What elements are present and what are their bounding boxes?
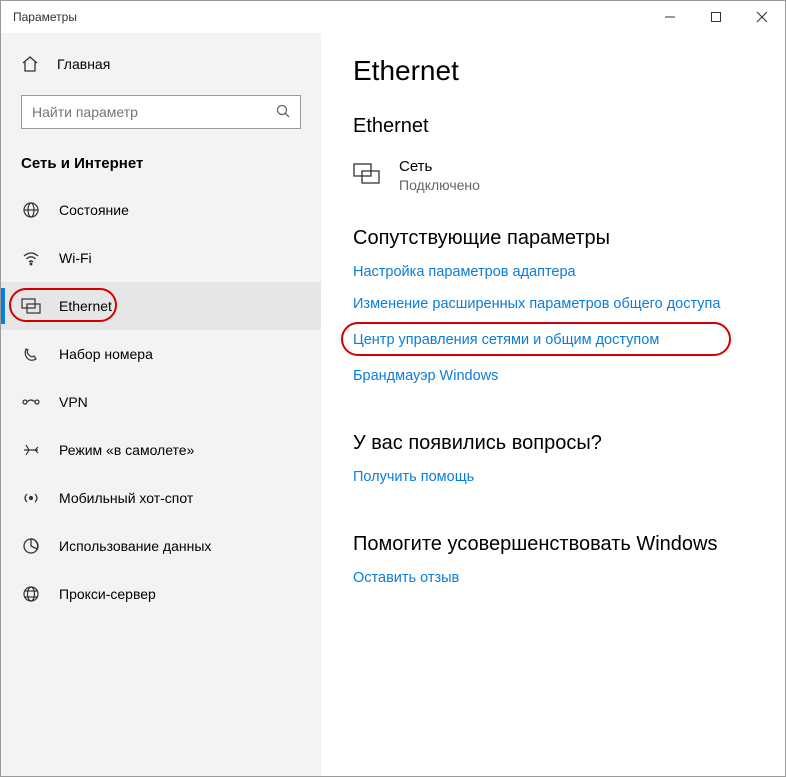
minimize-button[interactable] [647,1,693,33]
proxy-icon [21,584,41,604]
home-link[interactable]: Главная [1,47,321,81]
sidebar-item-proxy[interactable]: Прокси-сервер [1,570,321,618]
sidebar-item-hotspot[interactable]: Мобильный хот-спот [1,474,321,522]
sidebar-item-ethernet[interactable]: Ethernet [1,282,321,330]
data-usage-icon [21,536,41,556]
window-title: Параметры [13,10,77,24]
sidebar-item-label: Состояние [59,202,129,218]
link-advanced-sharing[interactable]: Изменение расширенных параметров общего … [353,296,753,312]
link-get-help[interactable]: Получить помощь [353,469,753,485]
ethernet-large-icon [353,160,381,188]
dialup-icon [21,344,41,364]
sidebar: Главная Сеть и Интернет Состояние [1,33,321,776]
window-controls [647,1,785,33]
sidebar-item-label: Режим «в самолете» [59,442,194,458]
page-title: Ethernet [353,55,753,87]
airplane-icon [21,440,41,460]
globe-icon [21,200,41,220]
search-icon [276,104,290,121]
network-name: Сеть [399,158,480,175]
sidebar-item-vpn[interactable]: VPN [1,378,321,426]
close-button[interactable] [739,1,785,33]
network-state: Подключено [399,177,480,193]
titlebar: Параметры [1,1,785,33]
home-label: Главная [57,56,110,72]
sidebar-section-header: Сеть и Интернет [1,149,321,186]
sidebar-item-label: Wi-Fi [59,250,92,266]
ethernet-icon [21,296,41,316]
sidebar-item-label: Мобильный хот-спот [59,490,193,506]
vpn-icon [21,392,41,412]
search-field[interactable] [32,104,276,120]
network-status-block[interactable]: Сеть Подключено [353,158,753,193]
sidebar-item-label: Использование данных [59,538,211,554]
main-content: Ethernet Ethernet Сеть Подключено Сопутс… [321,33,785,776]
search-input[interactable] [21,95,301,129]
link-network-sharing-center[interactable]: Центр управления сетями и общим доступом [353,328,659,352]
link-feedback[interactable]: Оставить отзыв [353,570,753,586]
related-heading: Сопутствующие параметры [353,227,753,250]
link-firewall[interactable]: Брандмауэр Windows [353,368,753,384]
sidebar-item-wifi[interactable]: Wi-Fi [1,234,321,282]
sidebar-item-label: Прокси-сервер [59,586,156,602]
sidebar-item-status[interactable]: Состояние [1,186,321,234]
improve-heading: Помогите усовершенствовать Windows [353,533,753,556]
page-subtitle: Ethernet [353,115,753,138]
link-adapter-settings[interactable]: Настройка параметров адаптера [353,264,753,280]
maximize-button[interactable] [693,1,739,33]
questions-heading: У вас появились вопросы? [353,432,753,455]
sidebar-item-datausage[interactable]: Использование данных [1,522,321,570]
home-icon [21,55,39,73]
sidebar-item-label: Ethernet [59,298,112,314]
sidebar-item-dialup[interactable]: Набор номера [1,330,321,378]
hotspot-icon [21,488,41,508]
sidebar-item-label: VPN [59,394,88,410]
sidebar-item-label: Набор номера [59,346,153,362]
sidebar-item-airplane[interactable]: Режим «в самолете» [1,426,321,474]
wifi-icon [21,248,41,268]
